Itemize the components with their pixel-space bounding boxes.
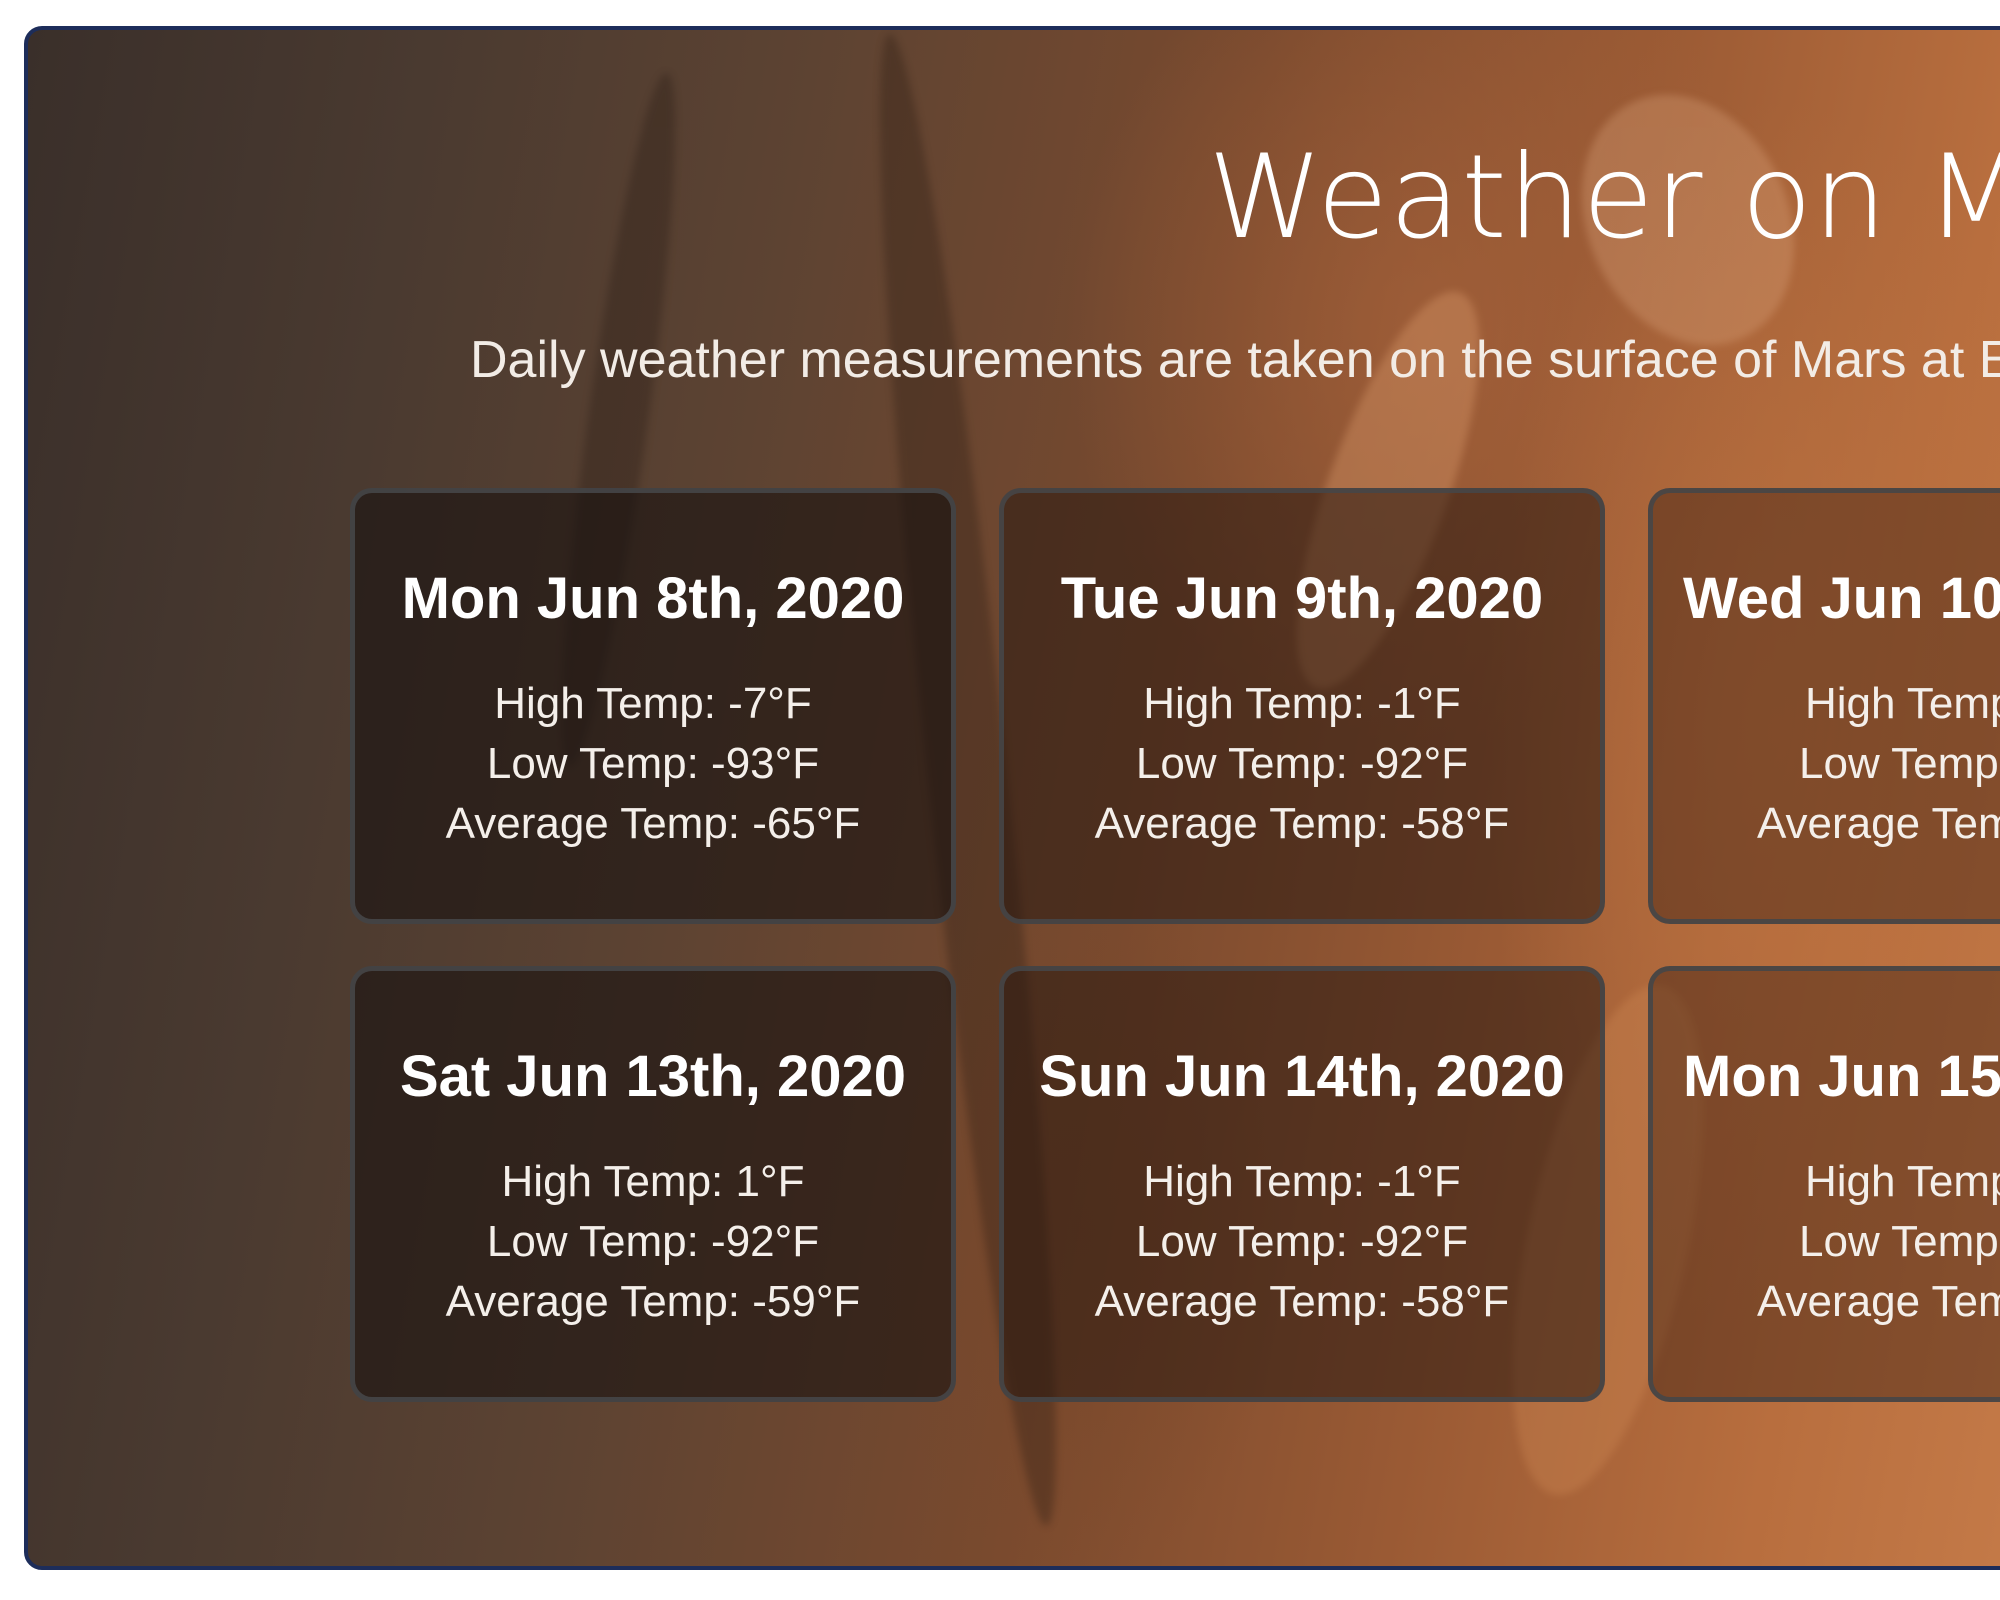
high-temp: High Temp: -7°F (494, 679, 812, 728)
weather-card: Mon Jun 15 High Temp Low Temp Average Te… (1648, 966, 2000, 1402)
average-temp: Average Tem (1757, 799, 2000, 848)
low-temp: Low Temp (1799, 1217, 1999, 1266)
weather-card: Mon Jun 8th, 2020 High Temp: -7°F Low Te… (350, 488, 956, 924)
weather-card: Tue Jun 9th, 2020 High Temp: -1°F Low Te… (999, 488, 1605, 924)
weather-card: Sun Jun 14th, 2020 High Temp: -1°F Low T… (999, 966, 1605, 1402)
card-date: Mon Jun 8th, 2020 (401, 566, 905, 631)
average-temp: Average Temp: -58°F (1094, 1277, 1510, 1326)
low-temp: Low Temp: -93°F (486, 739, 820, 788)
card-date: Wed Jun 10 (1683, 566, 2000, 631)
card-date: Sat Jun 13th, 2020 (399, 1044, 907, 1109)
high-temp: High Temp (1805, 679, 2000, 728)
average-temp: Average Temp: -59°F (445, 1277, 861, 1326)
average-temp: Average Temp: -58°F (1094, 799, 1510, 848)
weather-card: Wed Jun 10 High Temp Low Temp Average Te… (1648, 488, 2000, 924)
low-temp: Low Temp: -92°F (486, 1217, 820, 1266)
card-date: Tue Jun 9th, 2020 (1060, 566, 1544, 631)
average-temp: Average Temp: -65°F (445, 799, 861, 848)
high-temp: High Temp (1805, 1157, 2000, 1206)
page-title: Weather on Ma (1208, 130, 2000, 265)
mars-background-panel: Weather on Ma Daily weather measurements… (24, 26, 2000, 1570)
weather-card: Sat Jun 13th, 2020 High Temp: 1°F Low Te… (350, 966, 956, 1402)
average-temp: Average Tem (1757, 1277, 2000, 1326)
high-temp: High Temp: -1°F (1143, 679, 1461, 728)
card-date: Sun Jun 14th, 2020 (1039, 1044, 1565, 1109)
low-temp: Low Temp: -92°F (1135, 739, 1469, 788)
page-subtitle: Daily weather measurements are taken on … (470, 331, 2000, 389)
high-temp: High Temp: -1°F (1143, 1157, 1461, 1206)
low-temp: Low Temp (1799, 739, 1999, 788)
card-date: Mon Jun 15 (1683, 1044, 2000, 1109)
high-temp: High Temp: 1°F (501, 1157, 805, 1206)
low-temp: Low Temp: -92°F (1135, 1217, 1469, 1266)
